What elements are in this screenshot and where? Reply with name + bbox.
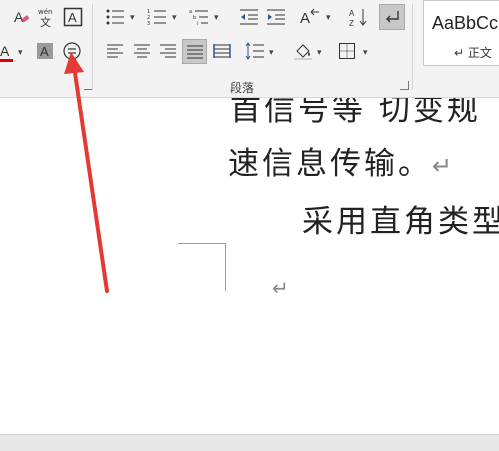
shading-bucket-icon xyxy=(294,44,312,60)
document-line: 首信号等 切变规 xyxy=(230,98,481,129)
multilevel-list-dropdown-icon[interactable]: ▾ xyxy=(214,13,219,23)
align-center-icon xyxy=(134,44,150,58)
svg-text:Z: Z xyxy=(349,19,354,27)
numbering-button[interactable]: 1 2 3 xyxy=(146,6,168,28)
bullets-dropdown-icon[interactable]: ▾ xyxy=(130,13,135,23)
align-center-button[interactable] xyxy=(131,40,153,62)
bullets-icon xyxy=(106,9,124,25)
justify-button[interactable] xyxy=(182,39,207,64)
character-shading-button[interactable]: A xyxy=(34,40,56,62)
document-line-text: 速信息传输。 xyxy=(228,146,432,182)
enclose-characters-icon xyxy=(63,42,81,60)
chinese-layout-icon: A xyxy=(300,8,319,26)
document-line: 速信息传输。↵ xyxy=(228,138,455,183)
multilevel-list-button[interactable]: a b i xyxy=(188,6,210,28)
svg-text:文: 文 xyxy=(40,15,51,27)
style-normal[interactable]: AaBbCc ↵ 正文 xyxy=(423,0,499,66)
align-left-button[interactable] xyxy=(104,40,126,62)
svg-text:A: A xyxy=(68,10,77,25)
enclose-characters-button[interactable] xyxy=(61,40,83,62)
shading-button[interactable] xyxy=(292,40,314,62)
paragraph-mark-icon: ↵ xyxy=(272,276,289,300)
document-line-text: 采用直角类型 xyxy=(302,204,499,240)
svg-text:A: A xyxy=(349,9,355,18)
paragraph-dialog-launcher-icon[interactable] xyxy=(400,81,409,90)
increase-indent-button[interactable] xyxy=(265,6,287,28)
text-boundary-corner xyxy=(178,243,226,244)
paragraph-mark-icon: ↵ xyxy=(432,152,456,180)
paragraph-group-label: 段落 xyxy=(230,81,255,95)
show-formatting-marks-button[interactable] xyxy=(379,4,405,30)
decrease-indent-button[interactable] xyxy=(238,6,260,28)
svg-text:b: b xyxy=(193,15,196,21)
style-sample-text: AaBbCc xyxy=(432,13,499,33)
document-line-text: 首信号等 切变规 xyxy=(230,98,481,128)
distributed-icon xyxy=(213,44,231,58)
character-shading-icon: A xyxy=(37,43,53,59)
numbering-dropdown-icon[interactable]: ▾ xyxy=(172,13,177,23)
svg-text:A: A xyxy=(14,9,24,25)
status-bar xyxy=(0,434,499,451)
shading-dropdown-icon[interactable]: ▾ xyxy=(317,48,322,58)
borders-icon xyxy=(339,43,355,59)
borders-button[interactable] xyxy=(336,40,358,62)
borders-dropdown-icon[interactable]: ▾ xyxy=(363,48,368,58)
align-right-button[interactable] xyxy=(157,40,179,62)
font-color-icon: A xyxy=(0,43,13,62)
chinese-layout-button[interactable]: A xyxy=(300,6,322,28)
svg-text:3: 3 xyxy=(147,21,150,26)
align-right-icon xyxy=(160,44,176,58)
numbering-icon: 1 2 3 xyxy=(147,9,166,26)
distributed-button[interactable] xyxy=(211,40,233,62)
character-border-icon: A xyxy=(63,7,83,27)
font-color-button[interactable]: A xyxy=(0,40,14,62)
svg-text:wén: wén xyxy=(38,8,52,16)
ribbon: A wén 文 A A ▾ A ▾ 1 2 3 ▾ a b i ▾ A ▾ A … xyxy=(0,0,499,98)
svg-text:A: A xyxy=(300,10,310,26)
chinese-layout-dropdown-icon[interactable]: ▾ xyxy=(326,13,331,23)
style-name-label: ↵ 正文 xyxy=(454,46,492,60)
clear-formatting-button[interactable]: A xyxy=(10,6,32,28)
line-spacing-dropdown-icon[interactable]: ▾ xyxy=(269,48,274,58)
clear-formatting-icon: A xyxy=(14,9,30,25)
text-boundary-corner xyxy=(225,243,226,291)
group-separator xyxy=(92,4,93,90)
character-border-button[interactable]: A xyxy=(62,6,84,28)
multilevel-list-icon: a b i xyxy=(189,9,208,26)
group-separator xyxy=(412,4,413,90)
svg-text:i: i xyxy=(197,21,198,26)
bullets-button[interactable] xyxy=(104,6,126,28)
line-spacing-icon xyxy=(245,42,264,60)
increase-indent-icon xyxy=(267,9,285,25)
show-formatting-marks-icon xyxy=(386,11,399,23)
document-page[interactable]: 首信号等 切变规 速信息传输。↵ 采用直角类型 ↵ xyxy=(0,98,499,434)
sort-button[interactable]: A Z xyxy=(348,6,370,28)
align-left-icon xyxy=(107,44,123,58)
sort-icon: A Z xyxy=(349,9,367,27)
svg-text:A: A xyxy=(0,43,10,59)
decrease-indent-icon xyxy=(240,9,258,25)
document-line: 采用直角类型 xyxy=(302,196,499,241)
font-color-dropdown-icon[interactable]: ▾ xyxy=(18,48,23,58)
justify-icon xyxy=(186,45,203,58)
svg-text:a: a xyxy=(189,9,192,15)
phonetic-guide-button[interactable]: wén 文 xyxy=(36,6,58,28)
line-spacing-button[interactable] xyxy=(244,40,266,62)
phonetic-guide-icon: wén 文 xyxy=(38,8,52,27)
svg-text:A: A xyxy=(40,44,49,59)
